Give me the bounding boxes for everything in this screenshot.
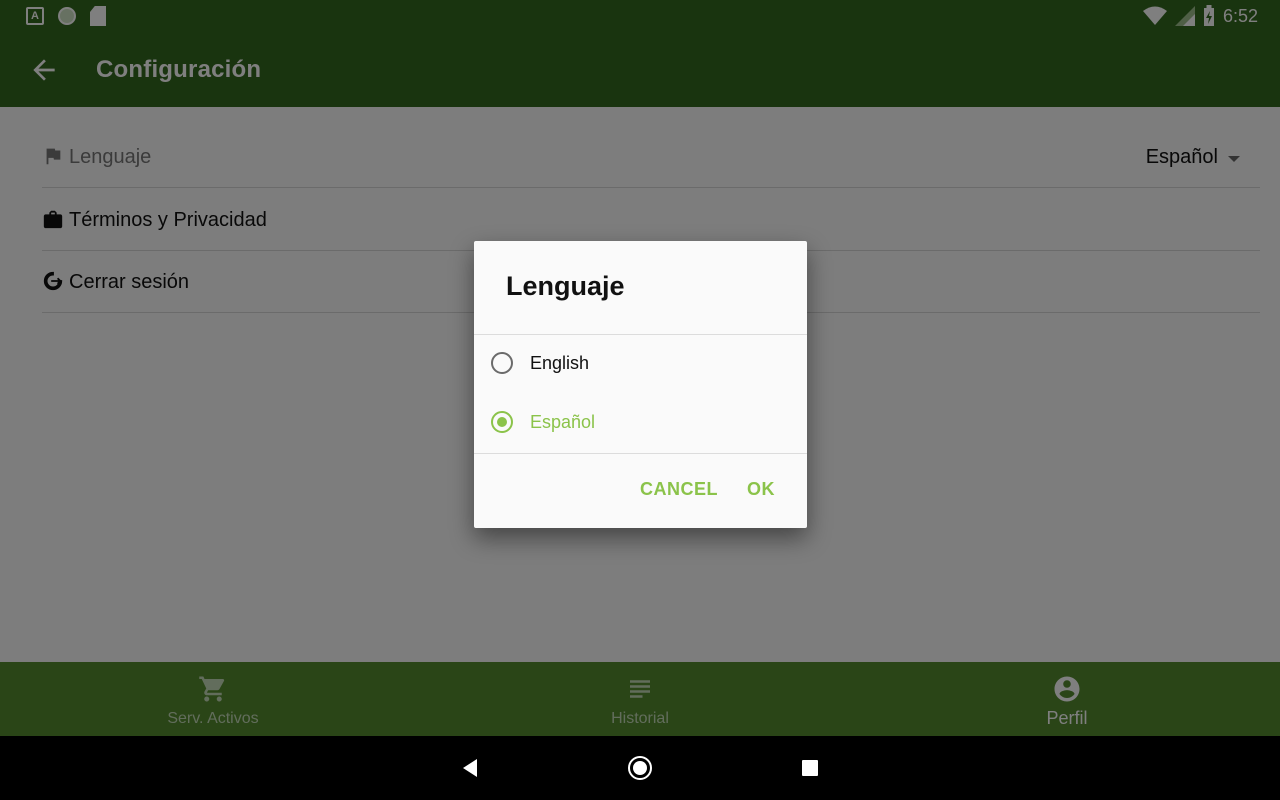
radio-button-selected[interactable]	[491, 411, 513, 433]
system-navigation-bar	[0, 736, 1280, 800]
option-english[interactable]: English	[474, 336, 807, 392]
cancel-button[interactable]: CANCEL	[640, 479, 718, 500]
system-home-icon[interactable]	[627, 755, 653, 781]
language-dialog: Lenguaje English Español CANCEL OK	[474, 241, 807, 528]
option-label: Español	[530, 412, 596, 432]
divider	[474, 453, 807, 454]
divider	[474, 334, 807, 335]
system-recents-icon[interactable]	[801, 759, 819, 777]
option-label: English	[530, 353, 590, 373]
option-spanish[interactable]: Español	[474, 395, 807, 451]
dialog-title: Lenguaje	[506, 271, 625, 301]
radio-button[interactable]	[491, 352, 513, 374]
ok-button[interactable]: OK	[747, 479, 775, 500]
system-back-icon[interactable]	[459, 757, 481, 779]
